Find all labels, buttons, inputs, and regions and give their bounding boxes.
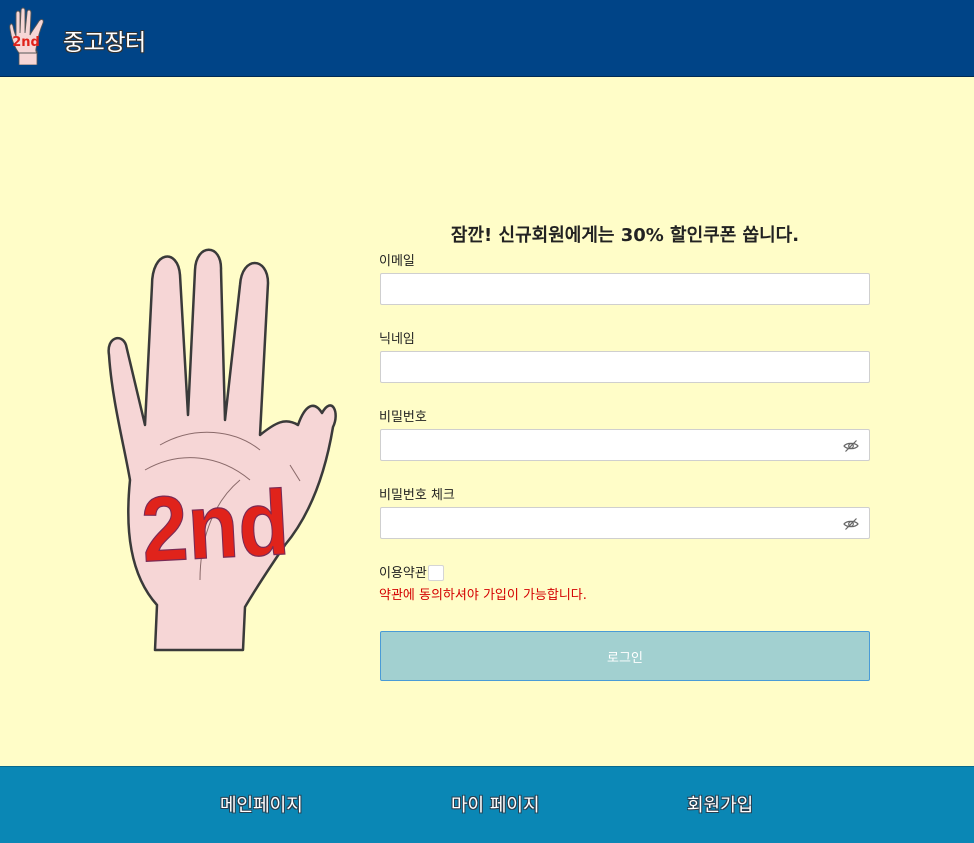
login-button[interactable]: 로그인 (380, 631, 870, 681)
nickname-label: 닉네임 (379, 332, 415, 347)
password-check-label: 비밀번호 체크 (379, 488, 455, 503)
password-label: 비밀번호 (379, 410, 427, 425)
eye-slash-icon[interactable] (843, 438, 859, 454)
nav-sign-up[interactable]: 회원가입 (687, 795, 753, 817)
second-hand-illustration: 2nd (107, 248, 337, 652)
terms-checkbox[interactable] (428, 565, 444, 581)
eye-slash-icon[interactable] (843, 516, 859, 532)
email-field[interactable] (381, 274, 869, 304)
password-check-field[interactable] (381, 508, 869, 538)
nav-my-page[interactable]: 마이 페이지 (451, 795, 540, 817)
nickname-field[interactable] (381, 352, 869, 382)
promo-headline: 잠깐! 신규회원에게는 30% 할인쿠폰 쏩니다. (450, 225, 800, 246)
password-field-wrapper (380, 429, 870, 461)
terms-warning: 약관에 동의하셔야 가입이 가능합니다. (379, 588, 587, 603)
nickname-field-wrapper (380, 351, 870, 383)
hand-logo-icon[interactable]: 2nd (6, 7, 54, 65)
brand-title[interactable]: 중고장터 (63, 29, 146, 57)
terms-label: 이용약관 (379, 566, 427, 581)
nav-main-page[interactable]: 메인페이지 (220, 795, 303, 817)
password-check-field-wrapper (380, 507, 870, 539)
svg-text:2nd: 2nd (139, 471, 291, 582)
email-field-wrapper (380, 273, 870, 305)
password-field[interactable] (381, 430, 869, 460)
top-header: 2nd 중고장터 (0, 0, 974, 77)
svg-text:2nd: 2nd (12, 35, 40, 50)
email-label: 이메일 (379, 254, 415, 269)
bottom-nav: 메인페이지 마이 페이지 회원가입 (0, 766, 974, 843)
